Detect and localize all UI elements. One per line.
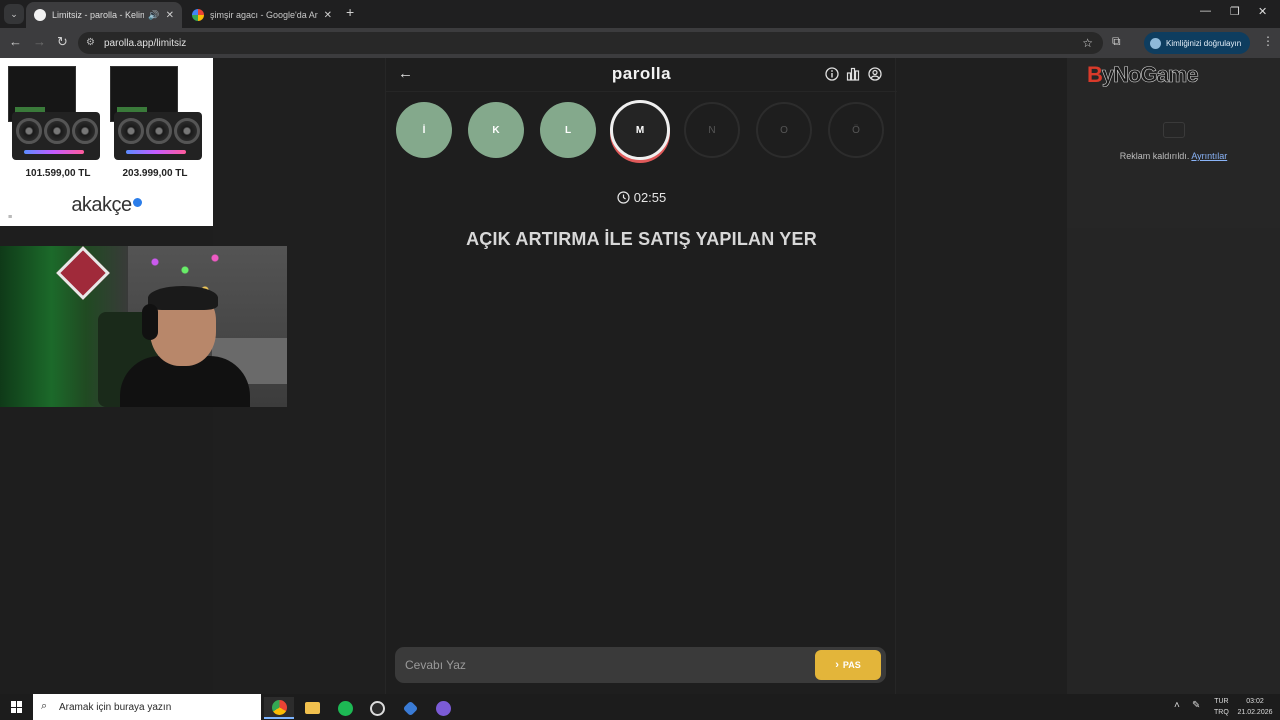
file-explorer-taskbar-icon[interactable] bbox=[297, 697, 327, 719]
ad-placeholder-icon bbox=[1163, 122, 1185, 138]
ad-removed-notice: Reklam kaldırıldı. Ayrıntılar bbox=[1119, 151, 1228, 161]
product-price[interactable]: 203.999,00 TL bbox=[105, 168, 205, 179]
spotify-taskbar-icon[interactable] bbox=[330, 697, 360, 719]
clock-icon bbox=[617, 191, 630, 204]
restore-icon[interactable]: ❐ bbox=[1230, 5, 1240, 18]
chrome-taskbar-icon[interactable] bbox=[264, 697, 294, 719]
tab-search-button[interactable]: ⌄ bbox=[4, 4, 24, 24]
close-tab-icon[interactable]: ✕ bbox=[166, 10, 174, 21]
speaker-icon[interactable]: 🔊 bbox=[148, 10, 159, 21]
letter-circle-current[interactable]: M bbox=[610, 100, 670, 160]
windows-taskbar: ⌕ Aramak için buraya yazın ˄ ✎ TUR TRQ 0… bbox=[0, 694, 1280, 720]
new-tab-plus-icon[interactable]: + bbox=[346, 4, 354, 20]
clock-date: 21.02.2026 bbox=[1237, 709, 1273, 716]
search-icon: ⌕ bbox=[41, 700, 48, 712]
browser-menu-icon[interactable]: ⋮ bbox=[1262, 34, 1274, 48]
headset bbox=[142, 304, 158, 340]
tab-title: Limitsiz - parolla - Kelime o bbox=[52, 10, 145, 20]
windows-start-icon[interactable] bbox=[11, 701, 23, 713]
info-icon[interactable] bbox=[825, 67, 839, 81]
extensions-icon[interactable]: ⧉ bbox=[1112, 34, 1121, 49]
pass-button[interactable]: › PAS bbox=[815, 650, 881, 680]
letter-circle[interactable]: N bbox=[684, 102, 740, 158]
keyboard-language[interactable]: TUR TRQ bbox=[1214, 696, 1229, 718]
parolla-game-panel: ← parolla İ K L M N O Ö 02:55 AÇIK ARTIR… bbox=[385, 58, 897, 694]
gpu-product-image[interactable] bbox=[6, 66, 102, 166]
forward-arrow-icon[interactable]: → bbox=[33, 34, 46, 49]
obs-taskbar-icon[interactable] bbox=[362, 697, 392, 719]
browser-toolbar: ← → ↻ ⚙ parolla.app/limitsiz ☆ ⧉ Kimliği… bbox=[0, 28, 1280, 58]
ad-choices-icon[interactable]: ≡ bbox=[8, 214, 12, 221]
product-price[interactable]: 101.599,00 TL bbox=[8, 168, 108, 179]
user-profile-icon[interactable] bbox=[868, 67, 882, 81]
letter-circle[interactable]: İ bbox=[396, 102, 452, 158]
webcam-overlay bbox=[0, 246, 287, 407]
neon-logo bbox=[56, 246, 110, 300]
chevron-right-icon: › bbox=[835, 659, 839, 671]
gpu-product-image[interactable] bbox=[108, 66, 204, 166]
profile-icon bbox=[1150, 37, 1161, 49]
verify-identity-button[interactable]: Kimliğinizi doğrulayın bbox=[1144, 32, 1250, 54]
address-bar[interactable]: ⚙ parolla.app/limitsiz ☆ bbox=[78, 32, 1103, 54]
verified-check-icon bbox=[132, 198, 142, 207]
letter-circle[interactable]: L bbox=[540, 102, 596, 158]
taskbar-search-box[interactable]: ⌕ Aramak için buraya yazın bbox=[33, 694, 261, 720]
bookmark-star-icon[interactable]: ☆ bbox=[1082, 36, 1093, 50]
letter-circle[interactable]: K bbox=[468, 102, 524, 158]
site-info-icon[interactable]: ⚙ bbox=[86, 37, 95, 48]
pen-icon[interactable]: ✎ bbox=[1192, 700, 1200, 711]
letter-circle[interactable]: Ö bbox=[828, 102, 884, 158]
question-text: AÇIK ARTIRMA İLE SATIŞ YAPILAN YER bbox=[466, 229, 817, 249]
answer-input[interactable] bbox=[405, 647, 805, 683]
letter-circle[interactable]: O bbox=[756, 102, 812, 158]
google-favicon-icon bbox=[192, 9, 204, 21]
bynogame-logo[interactable]: ByNoGame bbox=[1087, 62, 1199, 88]
url-text: parolla.app/limitsiz bbox=[104, 37, 187, 49]
close-window-icon[interactable]: ✕ bbox=[1258, 5, 1267, 18]
tray-chevron-up-icon[interactable]: ˄ bbox=[1174, 700, 1180, 711]
verify-label: Kimliğinizi doğrulayın bbox=[1166, 38, 1242, 48]
right-ad-banner: ByNoGame Reklam kaldırıldı. Ayrıntılar bbox=[1067, 58, 1280, 228]
akakce-logo[interactable]: akakçe bbox=[0, 194, 213, 217]
answer-bar: › PAS bbox=[395, 647, 886, 683]
search-placeholder: Aramak için buraya yazın bbox=[59, 701, 172, 713]
close-tab-icon[interactable]: ✕ bbox=[324, 10, 332, 21]
tab-parolla[interactable]: Limitsiz - parolla - Kelime o 🔊 ✕ bbox=[26, 2, 182, 28]
parolla-favicon-icon bbox=[34, 9, 46, 21]
taskbar-clock[interactable]: 03:02 21.02.2026 bbox=[1236, 696, 1274, 718]
app-taskbar-icon[interactable] bbox=[395, 697, 425, 719]
back-arrow-icon[interactable]: ← bbox=[9, 34, 22, 49]
game-header: ← parolla bbox=[386, 58, 897, 92]
countdown-timer: 02:55 bbox=[386, 190, 897, 205]
game-title: parolla bbox=[611, 64, 672, 83]
discord-taskbar-icon[interactable] bbox=[428, 697, 458, 719]
letter-circles: İ K L M N O Ö bbox=[396, 100, 886, 162]
minimize-icon[interactable]: — bbox=[1200, 5, 1211, 17]
tab-title: şimşir agacı - Google'da Ara bbox=[210, 10, 318, 20]
reload-icon[interactable]: ↻ bbox=[57, 34, 68, 50]
pass-label: PAS bbox=[842, 660, 861, 670]
left-ad-banner[interactable]: 101.599,00 TL 203.999,00 TL akakçe ≡ bbox=[0, 58, 213, 226]
clock-time: 03:02 bbox=[1246, 698, 1264, 705]
stats-chart-icon[interactable] bbox=[846, 67, 860, 81]
tab-google-search[interactable]: şimşir agacı - Google'da Ara ✕ bbox=[184, 2, 340, 28]
details-link[interactable]: Ayrıntılar bbox=[1191, 151, 1227, 161]
browser-tab-bar: ⌄ Limitsiz - parolla - Kelime o 🔊 ✕ şimş… bbox=[0, 0, 1280, 28]
timer-value: 02:55 bbox=[633, 190, 667, 205]
